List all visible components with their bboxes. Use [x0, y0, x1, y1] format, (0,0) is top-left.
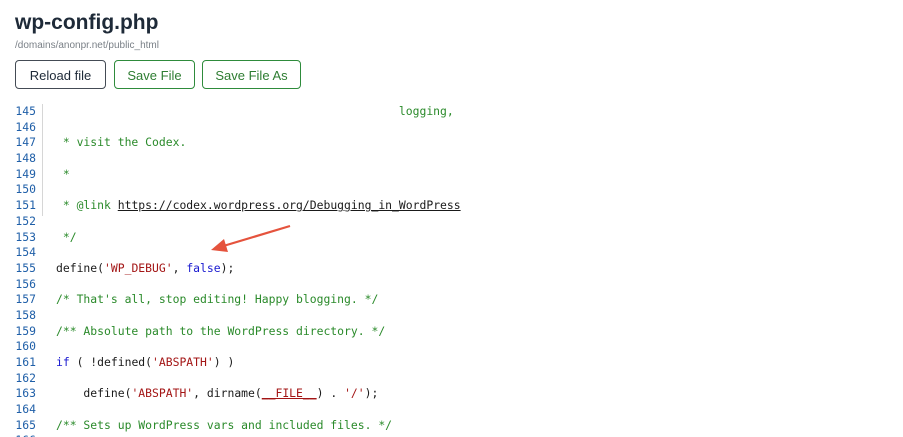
line-number: 149	[15, 166, 36, 181]
line-content: define('ABSPATH', dirname(__FILE__) . '/…	[56, 386, 378, 402]
code-token: * visit the Codex.	[56, 135, 187, 150]
line-content: define('WP_DEBUG', false);	[56, 261, 234, 277]
code-line: 152	[0, 214, 903, 230]
code-token: *	[56, 166, 70, 181]
code-token: );	[220, 260, 235, 275]
line-number: 165	[15, 417, 36, 432]
code-line: 160	[0, 339, 903, 355]
code-token: /** Absolute path to the WordPress direc…	[56, 323, 386, 338]
line-number: 152	[15, 213, 36, 228]
line-content: logging,	[56, 104, 454, 120]
code-token: logging,	[56, 104, 454, 118]
code-token: /* That's all, stop editing! Happy blogg…	[56, 292, 379, 307]
line-number: 154	[15, 245, 36, 260]
code-token: , dirname(	[193, 386, 262, 401]
code-token: define(	[56, 260, 105, 275]
line-number: 147	[15, 135, 36, 150]
line-number: 148	[15, 151, 36, 166]
code-line: 157 /* That's all, stop editing! Happy bl…	[0, 292, 903, 308]
code-editor[interactable]: 145 logging, 146 147 * visit the Codex. 148…	[0, 96, 903, 437]
code-token: ) )	[213, 355, 235, 369]
file-title: wp-config.php	[15, 11, 159, 34]
code-token: 'ABSPATH'	[152, 355, 214, 369]
line-content: * visit the Codex.	[56, 135, 186, 151]
code-token: '/'	[344, 386, 365, 401]
code-line: 146	[0, 120, 903, 136]
code-line: 147 * visit the Codex.	[0, 135, 903, 151]
line-content: *	[56, 167, 70, 183]
code-line: 153 */	[0, 230, 903, 246]
code-line: 159 /** Absolute path to the WordPress di…	[0, 324, 903, 340]
line-number: 162	[15, 370, 36, 385]
code-token: /** Sets up WordPress vars and included …	[56, 417, 393, 432]
line-number: 156	[15, 276, 36, 291]
line-content: /** Sets up WordPress vars and included …	[56, 418, 392, 434]
save-file-button[interactable]: Save File	[114, 60, 195, 89]
code-token: if	[56, 355, 70, 369]
code-line: 161 if ( !defined('ABSPATH') )	[0, 355, 903, 371]
code-line: 148	[0, 151, 903, 167]
code-token: 'WP_DEBUG'	[104, 260, 173, 275]
code-line: 154	[0, 245, 903, 261]
code-token: );	[364, 386, 379, 401]
code-line: 151 * @link https://codex.wordpress.org/…	[0, 198, 903, 214]
code-line: 145 logging,	[0, 104, 903, 120]
line-number: 157	[15, 292, 36, 307]
line-content: if ( !defined('ABSPATH') )	[56, 355, 234, 371]
file-header: wp-config.php /domains/anonpr.net/public…	[0, 0, 903, 104]
line-content: /** Absolute path to the WordPress direc…	[56, 324, 385, 340]
code-line: 149 *	[0, 167, 903, 183]
code-line: 158	[0, 308, 903, 324]
code-token: ,	[172, 260, 187, 275]
code-line: 150	[0, 182, 903, 198]
line-number: 145	[15, 104, 36, 118]
code-token: define(	[56, 386, 132, 401]
line-number: 164	[15, 402, 36, 417]
code-token: */	[56, 229, 77, 244]
code-token: * @link	[56, 198, 118, 213]
line-number: 155	[15, 260, 36, 275]
line-number: 161	[15, 355, 36, 369]
line-content: /* That's all, stop editing! Happy blogg…	[56, 292, 378, 308]
code-token: ) .	[316, 386, 345, 401]
line-number: 166	[0, 433, 36, 437]
code-line: 162	[0, 371, 903, 387]
code-token: ( !defined(	[69, 355, 153, 369]
line-number: 163	[15, 386, 36, 401]
code-lines: 145 logging, 146 147 * visit the Codex. 148…	[0, 104, 903, 437]
code-token: 'ABSPATH'	[131, 386, 194, 401]
line-number: 160	[15, 339, 36, 354]
save-file-as-button[interactable]: Save File As	[202, 60, 301, 89]
code-token: __FILE__	[261, 386, 317, 401]
reload-file-button[interactable]: Reload file	[15, 60, 106, 89]
code-line: 156	[0, 277, 903, 293]
line-number: 150	[15, 182, 36, 197]
line-number: 153	[15, 229, 36, 244]
line-content: * @link https://codex.wordpress.org/Debu…	[56, 198, 461, 214]
code-line: 163 define('ABSPATH', dirname(__FILE__) …	[0, 386, 903, 402]
code-line: 155 define('WP_DEBUG', false);	[0, 261, 903, 277]
line-number: 151	[15, 198, 36, 213]
code-token: false	[186, 260, 221, 275]
code-line: 165 /** Sets up WordPress vars and includ…	[0, 418, 903, 434]
line-number: 146	[15, 119, 36, 134]
file-path: /domains/anonpr.net/public_html	[15, 40, 159, 51]
line-number: 159	[15, 323, 36, 338]
code-line: 166	[0, 433, 903, 437]
line-content: */	[56, 230, 77, 246]
code-line: 164	[0, 402, 903, 418]
line-number: 158	[15, 307, 36, 322]
code-token: https://codex.wordpress.org/Debugging_in…	[117, 198, 461, 213]
